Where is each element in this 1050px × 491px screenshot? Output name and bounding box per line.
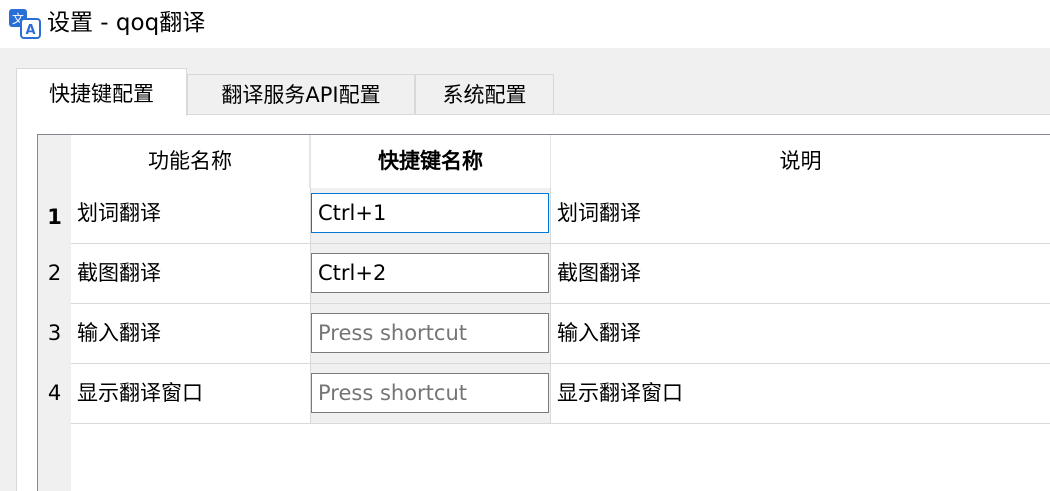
- column-divider: [310, 188, 311, 424]
- table-corner-button[interactable]: [38, 135, 71, 188]
- tab-system-config[interactable]: 系统配置: [415, 74, 554, 114]
- row-header[interactable]: 4: [38, 364, 71, 423]
- column-header-function-name[interactable]: 功能名称: [71, 135, 310, 188]
- svg-text:A: A: [25, 23, 35, 38]
- column-divider: [550, 188, 551, 424]
- title-bar: 文 A 设置 - qoq翻译: [0, 0, 1050, 48]
- function-name-cell[interactable]: 输入翻译: [71, 304, 310, 363]
- row-header[interactable]: 3: [38, 304, 71, 363]
- row-header[interactable]: 1: [38, 188, 71, 247]
- tab-translation-api-config[interactable]: 翻译服务API配置: [187, 74, 415, 114]
- column-header-shortcut-name[interactable]: 快捷键名称: [310, 135, 551, 188]
- shortcut-input[interactable]: [311, 253, 549, 293]
- settings-window: 文 A 设置 - qoq翻译 快捷键配置 翻译服务API配置 系统配置 功能名称…: [0, 0, 1050, 491]
- shortcut-input[interactable]: [311, 193, 549, 233]
- description-cell[interactable]: 截图翻译: [551, 244, 1050, 303]
- description-cell[interactable]: 输入翻译: [551, 304, 1050, 363]
- function-name-cell[interactable]: 显示翻译窗口: [71, 364, 310, 423]
- description-cell[interactable]: 划词翻译: [551, 184, 1050, 243]
- row-divider: [71, 423, 1050, 424]
- description-cell[interactable]: 显示翻译窗口: [551, 364, 1050, 423]
- tab-shortcut-config[interactable]: 快捷键配置: [16, 68, 187, 116]
- window-title: 设置 - qoq翻译: [47, 10, 206, 36]
- shortcut-input[interactable]: [311, 373, 549, 413]
- row-header[interactable]: 2: [38, 244, 71, 303]
- function-name-cell[interactable]: 截图翻译: [71, 244, 310, 303]
- shortcut-input[interactable]: [311, 313, 549, 353]
- column-header-description[interactable]: 说明: [551, 135, 1050, 188]
- function-name-cell[interactable]: 划词翻译: [71, 184, 310, 243]
- translate-icon: 文 A: [8, 7, 42, 39]
